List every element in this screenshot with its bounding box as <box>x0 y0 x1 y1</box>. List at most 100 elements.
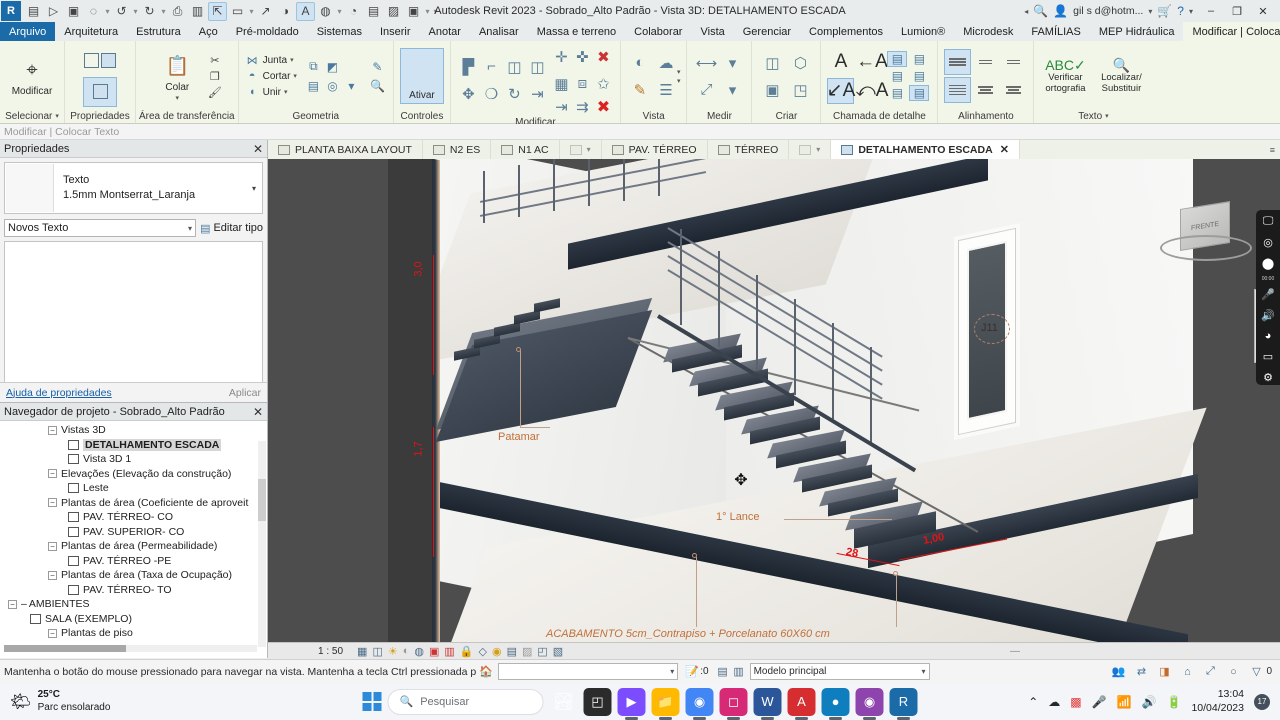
view-tab-n1-ac[interactable]: N1 AC <box>491 140 560 159</box>
room-tag-icon[interactable]: ◑ <box>276 2 295 21</box>
wifi-icon[interactable]: 📶 <box>1117 695 1132 709</box>
close-button[interactable]: ✕ <box>1250 1 1276 22</box>
copy-icon[interactable]: ❐ <box>207 69 222 84</box>
meet-icon[interactable]: ▶ <box>617 687 646 716</box>
measure-caret-icon-2[interactable]: ▾ <box>719 76 745 103</box>
create-group-icon[interactable]: ⬡ <box>786 49 814 76</box>
recorder-screen-icon[interactable]: ▭ <box>1260 349 1277 365</box>
tree-item-pav-terreo-pe[interactable]: PAV. TÉRREO -PE <box>0 554 267 569</box>
recorder-settings-icon[interactable]: ⚙ <box>1260 369 1277 385</box>
leader-arc-right-icon[interactable]: ⤺A <box>855 78 888 104</box>
collapse-icon[interactable]: − <box>48 469 57 479</box>
widgets-icon[interactable]: 🏞 <box>550 688 578 716</box>
tag-icon[interactable]: ↗ <box>256 2 275 21</box>
pick-material-icon[interactable]: 🔍 <box>368 76 387 95</box>
localizar-substituir-button[interactable]: 🔍 Localizar/ Substituir <box>1096 57 1146 95</box>
start-button-icon[interactable] <box>362 692 382 711</box>
trim-extend-icon[interactable]: ⇥ <box>526 80 549 107</box>
save-icon[interactable]: ▣ <box>64 2 83 21</box>
recorder-microphone-icon[interactable]: 🎤 <box>1260 287 1277 303</box>
instance-combo[interactable]: Novos Texto ▾ <box>4 219 197 237</box>
collapse-icon[interactable]: − <box>48 541 57 551</box>
ativar-button[interactable]: Ativar <box>399 48 444 104</box>
view-cube-compass-ring[interactable] <box>1160 235 1252 261</box>
ribbon-tab-arquitetura[interactable]: Arquitetura <box>55 22 127 41</box>
ribbon-tab-inserir[interactable]: Inserir <box>371 22 420 41</box>
taskbar-search[interactable]: 🔍 Pesquisar <box>387 688 544 715</box>
edge-icon[interactable]: ● <box>821 687 850 716</box>
view-tabs-overflow[interactable]: ≡ <box>1270 140 1280 159</box>
measure-between-refs-icon[interactable]: ⟷ <box>693 49 719 76</box>
tree-item-leste[interactable]: Leste <box>0 481 267 496</box>
view-tab-n2-es[interactable]: N2 ES <box>423 140 492 159</box>
align-icon[interactable]: ▛ <box>457 53 480 80</box>
patamar-label[interactable]: Patamar <box>498 431 540 443</box>
analytical-model-icon[interactable]: ▨ <box>522 645 532 658</box>
taskbar-clock[interactable]: 13:04 10/04/2023 <box>1191 688 1244 714</box>
ribbon-tab-anotar[interactable]: Anotar <box>420 22 470 41</box>
ribbon-tab-modificar-colocar-texto[interactable]: Modificar | Colocar Texto <box>1183 22 1280 41</box>
text-icon[interactable]: A <box>296 1 315 21</box>
chevron-down-icon[interactable]: ▾ <box>922 667 926 676</box>
drawing-viewport[interactable]: J11 Patamar 1° Lance ACABAMENTO 5cm_Cont… <box>268 159 1280 642</box>
ribbon-tab-complementos[interactable]: Complementos <box>800 22 892 41</box>
modificar-button[interactable]: ⌖ Modificar <box>6 55 58 98</box>
recorder-monitor-icon[interactable]: 🖵 <box>1260 214 1277 230</box>
wall-joins-icon[interactable]: ◎ <box>323 76 342 95</box>
tree-item-elevacoes[interactable]: − Elevações (Elevação da construção) <box>0 467 267 482</box>
crop-view-icon[interactable]: ▣ <box>429 645 439 658</box>
prev-arrow-icon[interactable]: ◂ <box>1024 7 1028 16</box>
properties-grid[interactable] <box>4 241 263 389</box>
ribbon-tab-colaborar[interactable]: Colaborar <box>625 22 691 41</box>
revit-logo-icon[interactable]: R <box>1 1 21 21</box>
help-icon[interactable]: ? <box>1177 4 1184 18</box>
window-tag[interactable]: J11 <box>981 322 998 334</box>
temporary-hide-icon[interactable]: ◇ <box>479 645 487 658</box>
override-graphics-icon[interactable]: ☰ <box>653 76 679 103</box>
measure-icon[interactable]: ⇱ <box>208 1 227 21</box>
design-option-combo[interactable]: Modelo principal ▾ <box>749 663 930 680</box>
qat-caret-2[interactable]: ▾ <box>132 7 139 16</box>
editing-requests-icon[interactable]: 📝 <box>684 664 700 680</box>
align-left-icon[interactable] <box>944 77 972 103</box>
align-center-icon[interactable] <box>972 77 999 103</box>
chevron-down-icon[interactable]: ▾ <box>188 224 192 233</box>
microphone-icon[interactable]: 🎤 <box>1092 695 1107 709</box>
view-tab-terreo[interactable]: TÉRREO <box>708 140 790 159</box>
editing-requests-status-icon[interactable]: ⇄ <box>1133 664 1149 680</box>
browser-vscrollbar[interactable] <box>258 441 266 647</box>
ribbon-tab-estrutura[interactable]: Estrutura <box>127 22 190 41</box>
weather-widget[interactable]: 🌤 25°C Parc ensolarado <box>0 689 110 714</box>
open-project-icon[interactable]: ▷ <box>44 2 63 21</box>
redo-icon[interactable]: ↻ <box>140 2 159 21</box>
mirror-pick-axis-icon[interactable]: ◫ <box>503 53 526 80</box>
lock-3d-icon[interactable]: 🔒 <box>460 645 474 658</box>
tree-item-vistas-3d[interactable]: − Vistas 3D <box>0 423 267 438</box>
tree-item-pav-terreo-co[interactable]: PAV. TÉRREO- CO <box>0 510 267 525</box>
browser-vscroll-thumb[interactable] <box>258 479 266 521</box>
verificar-ortografia-button[interactable]: ABC✓ Verificar ortografia <box>1040 57 1090 95</box>
chevron-up-icon[interactable]: ⌃ <box>1028 695 1038 709</box>
trim-single-icon[interactable]: ⇥ <box>551 97 572 117</box>
view-tab-detalhamento-escada[interactable]: DETALHAMENTO ESCADA ✕ <box>831 140 1020 159</box>
restore-button[interactable]: ❐ <box>1224 1 1250 22</box>
create-similar-icon[interactable]: ◫ <box>758 49 786 76</box>
switch-windows-icon[interactable]: ▣ <box>404 2 423 21</box>
measure-caret-icon-1[interactable]: ▾ <box>719 49 745 76</box>
recorder-record-icon[interactable]: ⬤ <box>1260 255 1277 271</box>
leader-midright-icon[interactable]: ▤ <box>909 68 929 84</box>
worksets-combo[interactable]: ▾ <box>498 663 679 680</box>
cut-icon[interactable]: ✂ <box>207 53 222 68</box>
properties-help-link[interactable]: Ajuda de propriedades <box>6 387 112 399</box>
dim-tread[interactable]: 28 <box>845 546 859 560</box>
dim-vertical-lower[interactable]: 1,7 <box>413 441 425 456</box>
qat-customize-icon[interactable]: ▾ <box>432 7 439 16</box>
qat-caret-6[interactable]: ▾ <box>424 7 431 16</box>
acabamento-note[interactable]: ACABAMENTO 5cm_Contrapiso + Porcelanato … <box>546 628 830 640</box>
reveal-hidden-icon[interactable]: ◐ <box>627 49 653 76</box>
account-caret-icon[interactable]: ▾ <box>1148 7 1152 16</box>
copy-tool-icon[interactable]: ❍ <box>480 80 503 107</box>
paint-icon[interactable]: ◩ <box>323 57 342 76</box>
unpin-icon[interactable]: ✖ <box>593 43 614 70</box>
cortar-button[interactable]: ◓ Cortar ▾ <box>245 69 297 84</box>
